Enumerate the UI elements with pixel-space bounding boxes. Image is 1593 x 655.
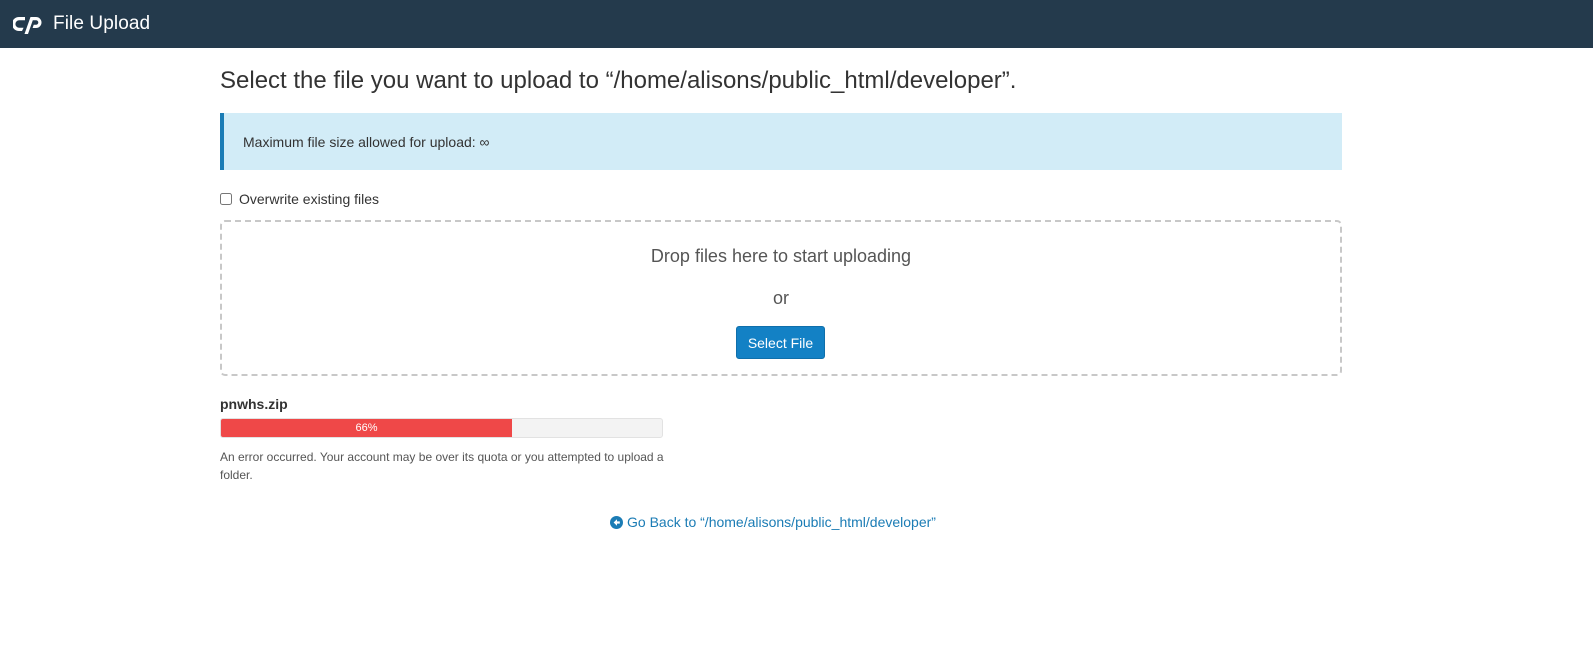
max-file-size-info: Maximum file size allowed for upload: ∞ xyxy=(220,113,1342,170)
app-title: File Upload xyxy=(53,13,151,34)
drop-instructions: Drop files here to start uploading xyxy=(650,246,912,266)
overwrite-checkbox[interactable] xyxy=(220,193,232,205)
cpanel-logo-icon[interactable] xyxy=(12,13,43,35)
arrow-circle-left-icon xyxy=(610,515,623,529)
file-dropzone[interactable]: Drop files here to start uploading or Se… xyxy=(220,220,1342,376)
go-back-label: Go Back to “/home/alisons/public_html/de… xyxy=(627,514,936,530)
select-file-button[interactable]: Select File xyxy=(736,326,825,359)
page-title: Select the file you want to upload to “/… xyxy=(220,67,1017,94)
max-file-size-text: Maximum file size allowed for upload: ∞ xyxy=(243,133,490,150)
upload-progress-fill: 66% xyxy=(221,419,513,437)
top-header-bar: File Upload xyxy=(0,0,1593,48)
go-back-link[interactable]: Go Back to “/home/alisons/public_html/de… xyxy=(610,514,936,530)
overwrite-option[interactable]: Overwrite existing files xyxy=(220,191,379,207)
upload-progress-bar: 66% xyxy=(220,418,663,438)
overwrite-label: Overwrite existing files xyxy=(239,191,380,207)
upload-error-message: An error occurred. Your account may be o… xyxy=(220,450,664,482)
uploading-file-name: pnwhs.zip xyxy=(220,396,288,412)
or-separator: or xyxy=(772,288,789,308)
